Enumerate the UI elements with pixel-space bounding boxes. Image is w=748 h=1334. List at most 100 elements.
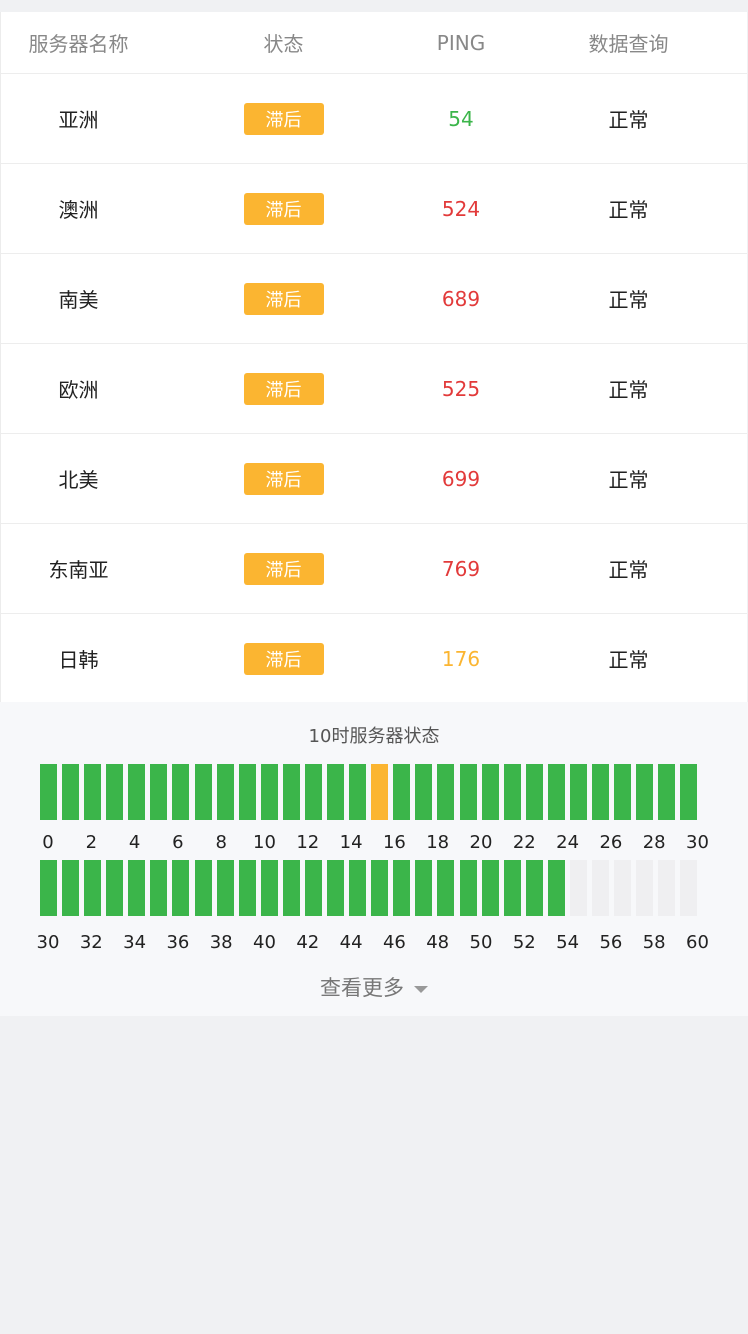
status-bar — [569, 860, 587, 916]
status-bar — [459, 764, 477, 820]
ping-value: 769 — [441, 556, 481, 581]
status-bar — [371, 764, 389, 820]
ping-value: 176 — [441, 646, 481, 671]
status-bar — [481, 860, 499, 916]
status-bar — [680, 764, 698, 820]
status-bar — [525, 764, 543, 820]
ping-value: 524 — [441, 196, 481, 221]
view-more-button[interactable]: 查看更多 — [0, 972, 748, 1002]
query-status: 正常 — [608, 198, 649, 222]
status-tick-label: 32 — [79, 932, 103, 953]
status-cell: 滞后 — [156, 372, 411, 405]
status-bar — [636, 860, 654, 916]
status-bar — [106, 860, 124, 916]
header-status: 状态 — [263, 32, 304, 56]
status-tick-label: 50 — [469, 932, 493, 953]
status-tick-label: 52 — [512, 932, 536, 953]
status-bar — [260, 764, 278, 820]
table-row[interactable]: 澳洲 滞后 524 正常 — [1, 164, 747, 254]
status-cell: 滞后 — [156, 192, 411, 225]
table-row[interactable]: 北美 滞后 699 正常 — [1, 434, 747, 524]
status-tick-label: 4 — [128, 832, 141, 853]
status-bar — [327, 860, 345, 916]
status-badge: 滞后 — [243, 282, 324, 315]
status-bar — [569, 764, 587, 820]
table-row[interactable]: 亚洲 滞后 54 正常 — [1, 74, 747, 164]
status-tick-label: 56 — [599, 932, 623, 953]
status-bar — [238, 860, 256, 916]
status-tick-label: 36 — [166, 932, 190, 953]
table-row[interactable]: 欧洲 滞后 525 正常 — [1, 344, 747, 434]
status-bar — [459, 860, 477, 916]
status-bar — [40, 860, 57, 916]
query-status: 正常 — [608, 468, 649, 492]
status-tick-label: 20 — [469, 832, 493, 853]
status-bar — [304, 764, 322, 820]
query-status: 正常 — [608, 648, 649, 672]
status-bar — [216, 860, 234, 916]
status-bar — [658, 860, 676, 916]
status-tick-label: 42 — [296, 932, 320, 953]
ping-value: 699 — [441, 466, 481, 491]
status-bar — [503, 764, 521, 820]
status-bar — [106, 764, 124, 820]
status-badge: 滞后 — [243, 372, 324, 405]
status-badge: 滞后 — [243, 102, 324, 135]
status-tick-label: 48 — [426, 932, 450, 953]
status-tick-label: 44 — [339, 932, 363, 953]
query-status: 正常 — [608, 288, 649, 312]
header-name: 服务器名称 — [28, 32, 129, 56]
status-bar — [393, 860, 411, 916]
status-tick-label: 14 — [339, 832, 363, 853]
table-body: 亚洲 滞后 54 正常 澳洲 滞后 524 正常 南美 滞后 689 正常 欧洲… — [1, 74, 747, 703]
ping-value: 689 — [441, 286, 481, 311]
status-bar — [592, 860, 609, 916]
status-badge: 滞后 — [243, 552, 324, 585]
status-bar — [282, 764, 300, 820]
status-badge: 滞后 — [243, 642, 324, 675]
status-bar — [62, 764, 80, 820]
status-bar — [525, 860, 543, 916]
server-status-panel: 10时服务器状态 0 2 4 6 8 10 12 14 16 18 20 22 24 26 28 30 30 3… — [0, 702, 748, 1016]
status-bar — [547, 764, 565, 820]
status-tick-label: 0 — [42, 832, 54, 853]
status-bar — [62, 860, 80, 916]
table-row[interactable]: 日韩 滞后 176 正常 — [1, 614, 747, 703]
query-status: 正常 — [608, 558, 649, 582]
table-row[interactable]: 东南亚 滞后 769 正常 — [1, 524, 747, 614]
status-tick-label: 24 — [556, 832, 580, 853]
status-cell: 滞后 — [156, 102, 411, 135]
status-tick-label: 34 — [123, 932, 147, 953]
status-bar — [393, 764, 411, 820]
status-cell: 滞后 — [156, 642, 411, 675]
server-name: 南美 — [58, 288, 99, 312]
status-bar — [327, 764, 345, 820]
status-tick-label: 38 — [209, 932, 233, 953]
status-bar — [437, 860, 455, 916]
query-status: 正常 — [608, 108, 649, 132]
ping-value: 525 — [441, 376, 481, 401]
caret-down-icon — [414, 985, 428, 993]
status-tick-label: 60 — [686, 932, 709, 953]
status-cell: 滞后 — [156, 462, 411, 495]
status-bar — [150, 764, 168, 820]
status-bar — [547, 860, 565, 916]
server-name: 东南亚 — [48, 558, 109, 582]
status-tick-label: 8 — [215, 832, 227, 853]
status-bar — [437, 764, 455, 820]
status-tick-label: 10 — [253, 832, 276, 853]
status-bar — [84, 860, 102, 916]
status-tick-label: 30 — [36, 932, 60, 953]
header-query: 数据查询 — [588, 32, 669, 56]
status-bar — [658, 764, 676, 820]
status-bar — [415, 860, 433, 916]
status-badge: 滞后 — [243, 462, 324, 495]
status-tick-label: 18 — [426, 832, 450, 853]
status-bar — [304, 860, 322, 916]
status-bar — [614, 860, 632, 916]
status-bar — [172, 860, 190, 916]
status-panel-title: 10时服务器状态 — [308, 726, 440, 747]
table-row[interactable]: 南美 滞后 689 正常 — [1, 254, 747, 344]
status-bar — [614, 764, 632, 820]
server-name: 欧洲 — [58, 378, 99, 402]
